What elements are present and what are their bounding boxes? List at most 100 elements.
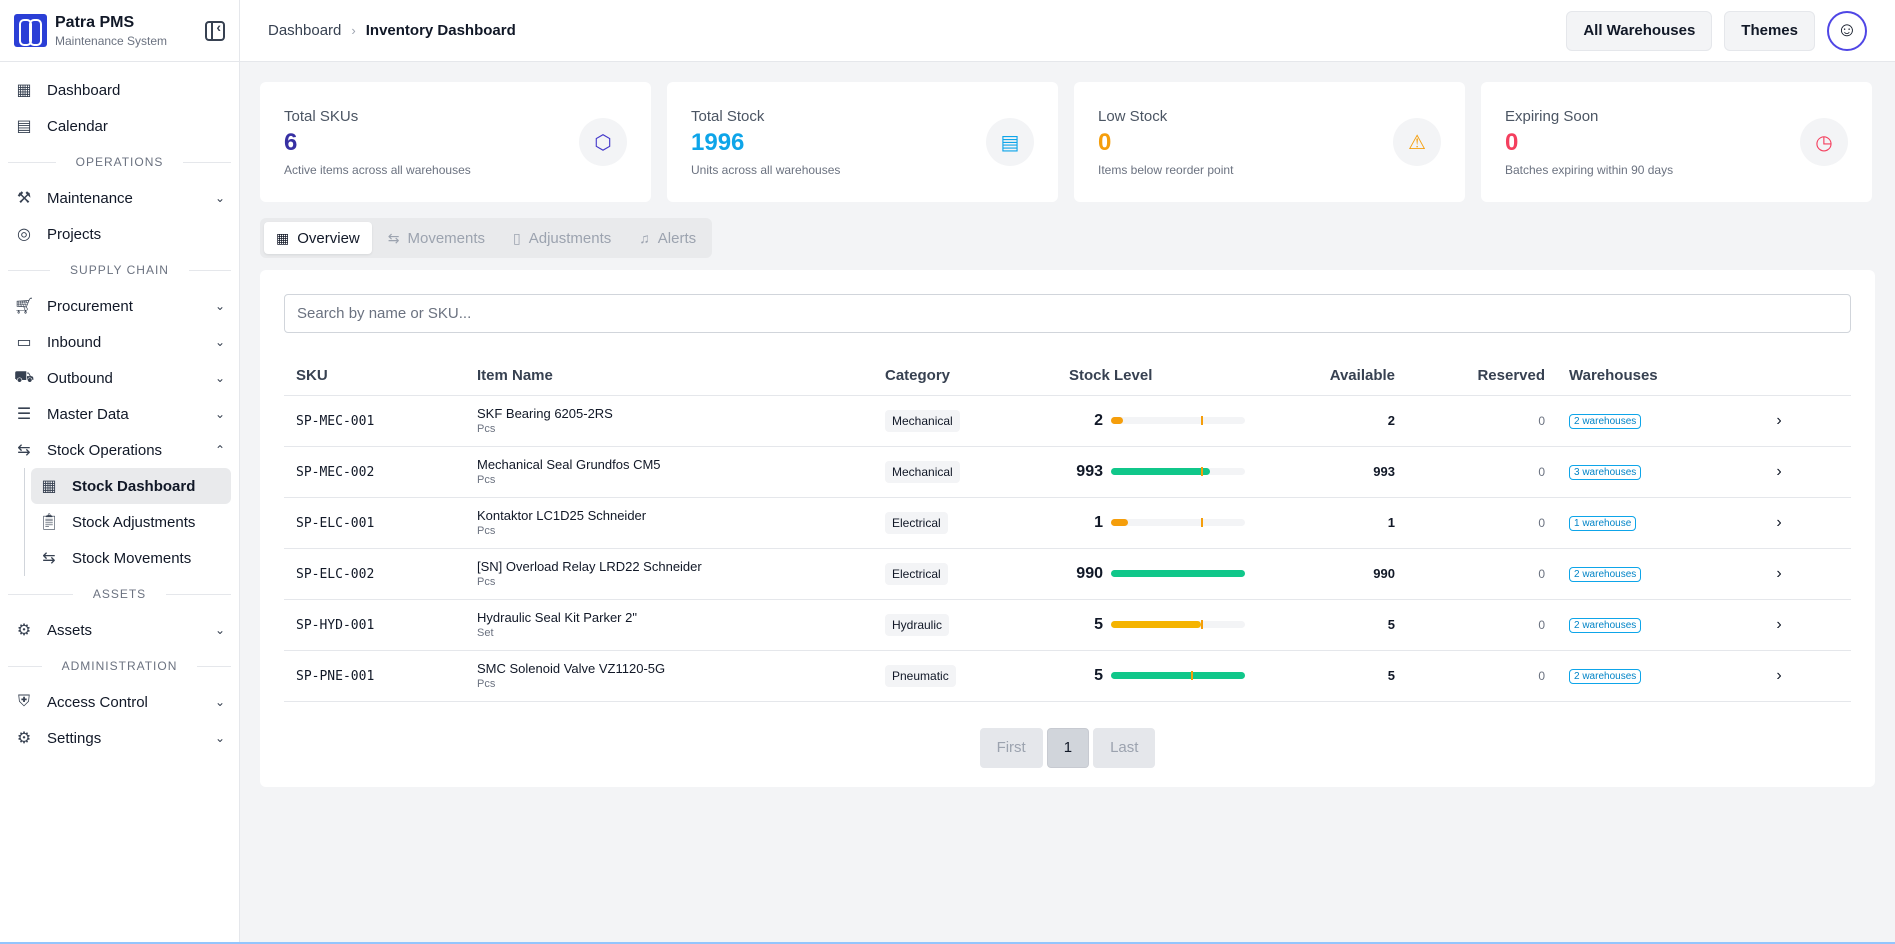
chevron-down-icon: ⌄ [214,335,225,349]
sidebar-item-stock-dashboard[interactable]: ▦ Stock Dashboard [31,468,231,504]
col-reserved[interactable]: Reserved [1407,357,1557,396]
row-available: 5 [1257,650,1407,702]
stock-level-bar [1111,518,1245,527]
last-page-button[interactable]: Last [1093,727,1156,768]
cube-icon: ⬡ [579,118,627,166]
section-administration: ADMINISTRATION [0,648,239,684]
sidebar-item-inbound[interactable]: ▭ Inbound ⌄ [0,324,239,360]
chevron-down-icon: ⌄ [214,623,225,637]
section-supply-chain: SUPPLY CHAIN [0,252,239,288]
stats-cards: Total SKUs 6 Active items across all war… [260,82,1875,202]
breadcrumb-root[interactable]: Dashboard [268,22,341,39]
arrows-icon: ⇆ [387,229,400,246]
section-assets: ASSETS [0,576,239,612]
truck-icon: ⛟ [13,369,35,386]
reorder-point-marker [1200,416,1203,425]
first-page-button[interactable]: First [979,727,1043,768]
stock-level: 5 [1069,667,1245,685]
page-1-button[interactable]: 1 [1046,727,1090,768]
stat-card-low-stock: Low Stock 0 Items below reorder point ⚠ [1074,82,1465,202]
themes-button[interactable]: Themes [1724,10,1815,51]
stock-value: 2 [1094,411,1103,429]
sidebar-item-assets[interactable]: ⚙ Assets ⌄ [0,612,239,648]
stock-level: 2 [1069,412,1245,430]
row-available: 990 [1257,548,1407,600]
stat-card-total-skus: Total SKUs 6 Active items across all war… [260,82,651,202]
table-row[interactable]: SP-ELC-001 Kontaktor LC1D25 Schneider Pcs E… [284,497,1851,549]
chevron-right-icon[interactable]: › [1707,395,1851,447]
database-icon: ☰ [16,406,32,423]
stock-level: 5 [1069,616,1245,634]
sidebar-item-stock-movements[interactable]: ⇆ Stock Movements [31,540,231,576]
sidebar-item-stock-adjustments[interactable]: 📋︎ Stock Adjustments [31,504,231,540]
chevron-right-icon[interactable]: › [1707,497,1851,549]
sidebar-item-maintenance[interactable]: ⚒ Maintenance ⌄ [0,180,239,216]
stock-level-fill [1111,621,1201,628]
clipboard-icon: 📋︎ [38,514,60,531]
sidebar-item-access-control[interactable]: ⛨ Access Control ⌄ [0,684,239,720]
shield-icon: ⛨ [17,693,30,710]
grid-icon: ▦ [276,229,290,246]
col-warehouses[interactable]: Warehouses [1557,357,1707,396]
sidebar-item-stock-operations[interactable]: ⇆ Stock Operations ⌃ [0,432,239,468]
chevron-right-icon[interactable]: › [1707,548,1851,600]
tab-overview[interactable]: ▦ Overview [264,222,372,254]
stock-level-fill [1111,468,1211,475]
sidebar-item-outbound[interactable]: ⛟ Outbound ⌄ [0,360,239,396]
tab-alerts[interactable]: ♫ Alerts [627,222,708,254]
tab-adjustments[interactable]: ▯ Adjustments [501,222,623,254]
table-row[interactable]: SP-HYD-001 Hydraulic Seal Kit Parker 2" Se… [284,599,1851,651]
stock-level-bar [1111,416,1245,425]
search-input[interactable] [284,294,1851,333]
table-row[interactable]: SP-MEC-002 Mechanical Seal Grundfos CM5 Pc… [284,446,1851,498]
stock-value: 5 [1094,615,1103,633]
category-badge: Electrical [885,562,948,585]
row-sku: SP-ELC-001 [296,515,375,531]
clock-icon: ◷ [1800,118,1848,166]
table-row[interactable]: SP-ELC-002 [SN] Overload Relay LRD22 Schn… [284,548,1851,600]
avatar[interactable]: ☺ [1827,10,1867,51]
tabs: ▦ Overview ⇆ Movements ▯ Adjustments ♫ Alert… [260,218,713,258]
sidebar-item-master-data[interactable]: ☰ Master Data ⌄ [0,396,239,432]
chevron-down-icon: ⌄ [214,299,225,313]
breadcrumb: Dashboard › Inventory Dashboard [268,22,516,39]
col-available[interactable]: Available [1257,357,1407,396]
stock-level-fill [1111,672,1245,679]
row-reserved: 0 [1407,650,1557,702]
sidebar-item-calendar[interactable]: ▤ Calendar [0,108,239,144]
sidebar-item-projects[interactable]: ◎ Projects [0,216,239,252]
app-subtitle: Maintenance System [55,33,168,48]
collapse-sidebar-icon[interactable] [205,19,225,41]
sidebar-item-procurement[interactable]: 🛒︎ Procurement ⌄ [0,288,239,324]
row-sku: SP-PNE-001 [296,668,375,684]
row-item-name: Hydraulic Seal Kit Parker 2" [477,610,637,625]
col-sku[interactable]: SKU [284,357,465,396]
warehouses-badge: 2 warehouses [1569,567,1642,582]
sidebar-item-dashboard[interactable]: ▦ Dashboard [0,72,239,108]
main-content: Total SKUs 6 Active items across all war… [260,82,1875,787]
tab-movements[interactable]: ⇆ Movements [376,222,497,254]
chevron-right-icon[interactable]: › [1707,599,1851,651]
table-row[interactable]: SP-MEC-001 SKF Bearing 6205-2RS Pcs Mechani… [284,395,1851,447]
row-item-name: Kontaktor LC1D25 Schneider [477,508,647,523]
table-row[interactable]: SP-PNE-001 SMC Solenoid Valve VZ1120-5G Pc… [284,650,1851,702]
sidebar-item-settings[interactable]: ⚙ Settings ⌄ [0,720,239,756]
chevron-right-icon[interactable]: › [1707,650,1851,702]
stock-level-bar [1111,467,1245,476]
col-item-name[interactable]: Item Name [465,357,873,396]
row-item-unit: Pcs [477,474,496,486]
inventory-table: SKU Item Name Category Stock Level Avail… [284,357,1851,702]
stock-level-bar [1111,620,1245,629]
warehouses-badge: 2 warehouses [1569,414,1642,429]
robot-icon: ⚙ [16,622,32,639]
calendar-icon: ▤ [16,118,32,135]
col-stock-level[interactable]: Stock Level [1057,357,1257,396]
row-reserved: 0 [1407,548,1557,600]
stock-operations-submenu: ▦ Stock Dashboard 📋︎ Stock Adjustments ⇆… [24,468,239,576]
warehouse-selector-button[interactable]: All Warehouses [1566,10,1713,51]
stock-level: 1 [1069,514,1245,532]
dashboard-icon: ▦ [16,82,32,99]
chevron-right-icon[interactable]: › [1707,446,1851,498]
stock-level-fill [1111,570,1245,577]
col-category[interactable]: Category [873,357,1057,396]
